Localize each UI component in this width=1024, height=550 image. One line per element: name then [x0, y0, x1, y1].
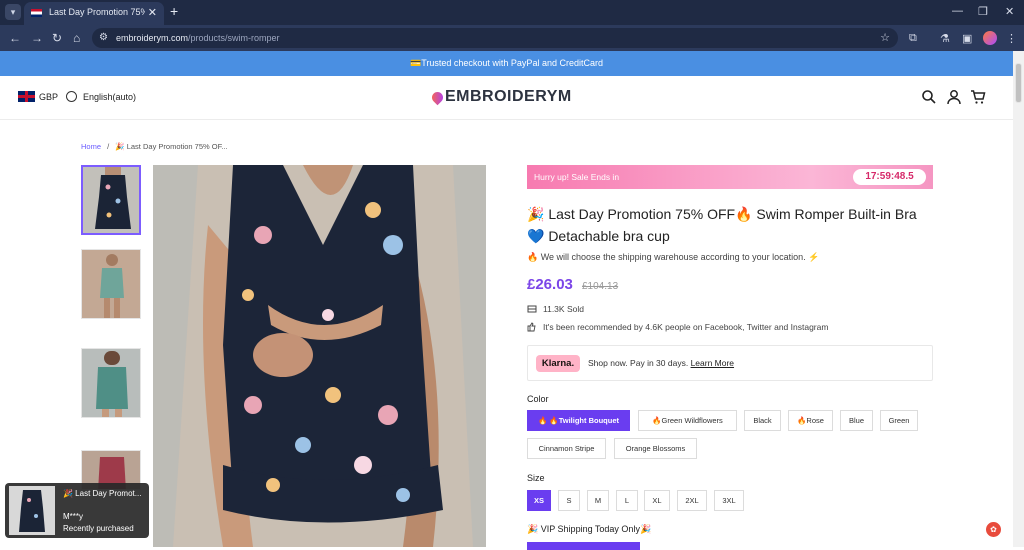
- recent-purchase-toast[interactable]: 🎉 Last Day Promot... M***y Recently purc…: [5, 483, 149, 538]
- new-tab-button[interactable]: +: [170, 3, 178, 19]
- announcement-bar: 💳Trusted checkout with PayPal and Credit…: [0, 51, 1013, 76]
- bookmark-star-icon[interactable]: ☆: [880, 31, 890, 44]
- product-title: 🎉 Last Day Promotion 75% OFF🔥 Swim Rompe…: [527, 206, 917, 244]
- add-to-cart-button[interactable]: [527, 542, 640, 550]
- countdown-timer: 17:59:48.5: [853, 169, 926, 185]
- toast-product-image: [9, 486, 55, 535]
- home-icon[interactable]: ⌂: [73, 31, 80, 45]
- color-option-black[interactable]: Black: [744, 410, 781, 431]
- original-price: £104.13: [582, 281, 619, 292]
- flag-icon: [31, 9, 42, 17]
- scrollbar-thumb[interactable]: [1015, 63, 1022, 103]
- site-logo[interactable]: EMBROIDERYM: [429, 88, 572, 106]
- currency-label: GBP: [39, 91, 59, 102]
- color-option-cinnamon-stripe[interactable]: Cinnamon Stripe: [527, 438, 606, 459]
- size-label: Size: [527, 473, 545, 483]
- close-window-button[interactable]: ✕: [1005, 5, 1014, 18]
- url-bar[interactable]: ⚙ embroiderym.com/products/swim-romper ☆: [92, 28, 898, 48]
- shipping-note: 🔥 We will choose the shipping warehouse …: [527, 252, 820, 262]
- minimize-button[interactable]: —: [952, 5, 963, 17]
- cart-icon[interactable]: [970, 89, 986, 105]
- tab-title: Last Day Promotion 75% Of: [49, 7, 145, 17]
- address-toolbar: ← → ↻ ⌂ ⚙ embroiderym.com/products/swim-…: [0, 25, 1024, 51]
- sidepanel-icon[interactable]: ▣: [962, 32, 972, 45]
- toast-buyer: M***y: [63, 512, 84, 521]
- browser-tab[interactable]: Last Day Promotion 75% Of ✕: [24, 2, 164, 25]
- sale-label: Hurry up! Sale Ends in: [534, 172, 620, 182]
- size-option-xl[interactable]: XL: [644, 490, 670, 511]
- search-icon[interactable]: [921, 89, 937, 105]
- browser-tab-bar: ▾ Last Day Promotion 75% Of ✕ + — ❐ ✕: [0, 0, 1024, 25]
- color-option-twilight-bouquet[interactable]: 🔥 🔥Twilight Bouquet: [527, 410, 630, 431]
- language-selector[interactable]: English(auto): [66, 91, 136, 102]
- size-option-3xl[interactable]: 3XL: [714, 490, 744, 511]
- language-label: English(auto): [83, 91, 137, 102]
- toast-status: Recently purchased: [63, 524, 134, 533]
- floating-help-icon[interactable]: ✿: [986, 522, 1001, 537]
- extensions-icon[interactable]: ⧉: [909, 32, 917, 45]
- location-pin-icon: [429, 89, 446, 105]
- restore-button[interactable]: ❐: [978, 5, 988, 18]
- site-info-icon[interactable]: ⚙: [99, 32, 108, 43]
- profile-avatar[interactable]: [983, 31, 997, 45]
- size-option-xs[interactable]: XS: [527, 490, 551, 511]
- color-label: Color: [527, 394, 549, 404]
- site-header: GBP English(auto) EMBROIDERYM: [0, 76, 1013, 120]
- account-icon[interactable]: [946, 89, 962, 105]
- scrollbar[interactable]: [1013, 51, 1024, 547]
- globe-icon: [66, 91, 77, 102]
- back-icon[interactable]: ←: [9, 31, 21, 45]
- klarna-text: Shop now. Pay in 30 days. Learn More: [588, 358, 735, 368]
- klarna-learn-more-link[interactable]: Learn More: [691, 358, 734, 368]
- forward-icon[interactable]: →: [31, 31, 43, 45]
- thumbs-up-icon: [527, 322, 536, 332]
- breadcrumb-home-link[interactable]: Home: [81, 142, 101, 151]
- size-option-m[interactable]: M: [587, 490, 609, 511]
- breadcrumb-current: 🎉 Last Day Promotion 75% OF...: [115, 142, 228, 151]
- lab-icon[interactable]: ⚗: [940, 32, 950, 45]
- thumbnail-1[interactable]: [81, 165, 141, 235]
- sale-countdown-bar: Hurry up! Sale Ends in 17:59:48.5: [527, 165, 933, 189]
- klarna-banner: Klarna. Shop now. Pay in 30 days. Learn …: [527, 345, 933, 381]
- size-option-2xl[interactable]: 2XL: [677, 490, 707, 511]
- color-option-rose[interactable]: 🔥Rose: [788, 410, 833, 431]
- url-text: embroiderym.com/products/swim-romper: [116, 33, 280, 43]
- reload-icon[interactable]: ↻: [52, 31, 62, 45]
- breadcrumb: Home / 🎉 Last Day Promotion 75% OF...: [81, 142, 228, 151]
- menu-icon[interactable]: ⋮: [1006, 32, 1017, 45]
- toast-title: 🎉 Last Day Promot...: [63, 489, 142, 498]
- color-option-orange-blossoms[interactable]: Orange Blossoms: [614, 438, 697, 459]
- product-photo: [153, 165, 486, 547]
- size-option-s[interactable]: S: [558, 490, 580, 511]
- color-option-green[interactable]: Green: [880, 410, 918, 431]
- color-option-green-wildflowers[interactable]: 🔥Green Wildflowers: [638, 410, 737, 431]
- currency-selector[interactable]: GBP: [18, 91, 58, 102]
- current-price: £26.03: [527, 276, 573, 293]
- uk-flag-icon: [18, 91, 35, 102]
- color-option-blue[interactable]: Blue: [840, 410, 873, 431]
- sold-count: 11.3K Sold: [527, 304, 584, 314]
- tab-search-button[interactable]: ▾: [5, 4, 21, 20]
- size-option-l[interactable]: L: [616, 490, 638, 511]
- vip-shipping-label: 🎉 VIP Shipping Today Only🎉: [527, 524, 652, 534]
- thumbnail-3[interactable]: [81, 348, 141, 418]
- truck-icon: [527, 305, 537, 313]
- klarna-logo: Klarna.: [536, 355, 580, 372]
- thumbnail-2[interactable]: [81, 249, 141, 319]
- main-product-image[interactable]: [153, 165, 486, 547]
- recommendation-note: It's been recommended by 4.6K people on …: [527, 322, 828, 332]
- tab-close-button[interactable]: ✕: [148, 6, 157, 19]
